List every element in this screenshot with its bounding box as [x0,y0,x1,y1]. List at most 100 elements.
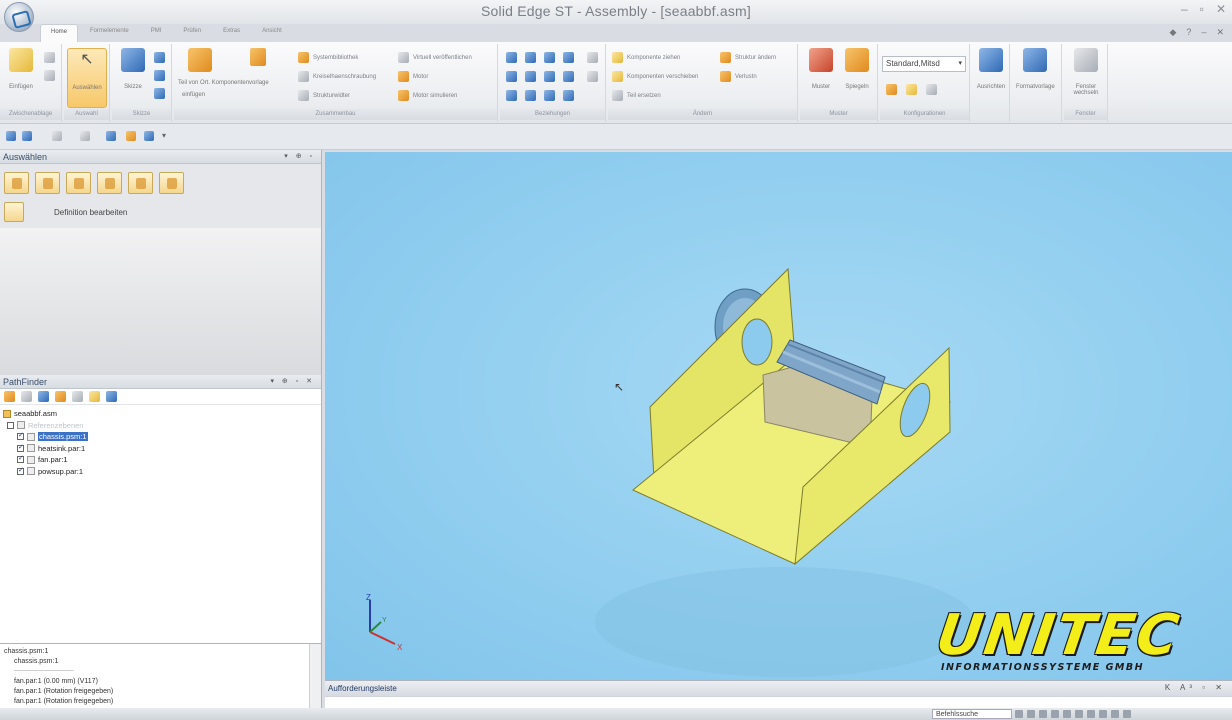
motor-button[interactable]: Motor [398,71,428,82]
pf-show-icon[interactable] [55,391,66,402]
visibility-checkbox[interactable] [17,466,24,475]
pf-highlight-icon[interactable] [89,391,100,402]
switch-window-button[interactable]: Fenster wechseln [1067,48,1105,96]
highlight-icon[interactable] [126,131,136,141]
pf-expand-icon[interactable] [72,391,83,402]
maximize-button[interactable]: ▫ [1200,2,1204,16]
relation-assistant-icon[interactable] [587,71,598,82]
cut-icon[interactable] [44,52,55,63]
view-orientation-icon[interactable] [1075,710,1083,718]
tangent-icon[interactable] [544,71,555,82]
select-face-icon[interactable] [66,172,91,194]
zoom-area-icon[interactable] [1015,710,1023,718]
mirror-button[interactable]: Spiegeln [838,48,876,90]
path-icon[interactable] [563,90,574,101]
visibility-checkbox[interactable] [17,443,24,452]
relation-row[interactable]: fan.par:1 (Rotation freigegeben) [4,688,317,698]
print-icon[interactable] [80,131,90,141]
move-components-button[interactable]: Komponenten verschieben [612,71,698,82]
align-button[interactable]: Ausrichten [972,48,1010,90]
insert-relation-icon[interactable] [563,52,574,63]
select-part-icon[interactable] [4,172,29,194]
fit-view-icon[interactable] [106,131,116,141]
tree-item-fan[interactable]: fan.par:1 [3,454,318,466]
visibility-checkbox[interactable] [17,431,24,441]
tree-item-heatsink[interactable]: heatsink.par:1 [3,443,318,455]
select-feature-icon[interactable] [128,172,153,194]
ground-icon[interactable] [525,90,536,101]
pf-tree-icon[interactable] [38,391,49,402]
display-style-icon[interactable] [1123,710,1131,718]
select-panel-controls[interactable]: ▾ ⊕ ▫ [284,152,315,160]
tree-item-refplanes[interactable]: Referenzebenen [3,420,318,432]
tree-root[interactable]: seaabbf.asm [3,408,318,420]
copy-icon[interactable] [44,70,55,81]
relationships-scrollbar[interactable] [309,644,321,716]
application-button[interactable] [4,2,34,32]
prompt-input-area[interactable] [325,696,1232,708]
close-button[interactable]: ✕ [1216,2,1226,16]
relation-row[interactable]: fan.par:1 (0.00 mm) (V117) [4,678,317,688]
command-search-input[interactable]: Befehlssuche [932,709,1012,719]
drag-component-button[interactable]: Komponente ziehen [612,52,680,63]
sketch-rotate-icon[interactable] [154,70,165,81]
help-icon[interactable]: ◆ [1170,27,1177,38]
insert-part-button[interactable]: Teil von Ort. Komponentenvorlage einfüge… [178,48,298,98]
tree-item-powsup[interactable]: powsup.par:1 [3,466,318,478]
fit-icon[interactable] [1039,710,1047,718]
pattern-button[interactable]: Muster [802,48,840,90]
edit-definition-icon[interactable] [4,202,24,222]
tab-pruefen[interactable]: Prüfen [173,24,211,42]
shaded-icon[interactable] [1087,710,1095,718]
system-library-button[interactable]: Systembibliothek [298,52,358,63]
rotate-icon[interactable] [1063,710,1071,718]
sketch-button[interactable]: Skizze [114,48,152,90]
pf-filter-icon[interactable] [4,391,15,402]
frame-button[interactable]: Strukturwidter [298,90,350,101]
ribbon-minimize-icon[interactable]: – [1201,27,1206,38]
graphics-viewport[interactable]: ↖ Z X Y UNITEC INFORMATIONSSYSTEME GMBH [325,152,1232,680]
save-icon[interactable] [6,131,16,141]
select-body-icon[interactable] [97,172,122,194]
relation-row[interactable]: chassis.psm:1 [4,658,317,668]
fastener-button[interactable]: Kreiselhaenschraubung [298,71,376,82]
section-icon[interactable] [1111,710,1119,718]
prompt-bar-controls[interactable]: K A³ ▫ ✕ [1165,683,1226,692]
component-template-icon[interactable] [250,48,266,66]
config-display-icon[interactable] [906,84,917,95]
find-icon[interactable] [144,131,154,141]
assembly-model[interactable] [325,152,1232,680]
edit-definition-label[interactable]: Definition bearbeiten [54,208,127,217]
config-zone-icon[interactable] [926,84,937,95]
axial-align-icon[interactable] [544,52,555,63]
relation-row[interactable]: chassis.psm:1 [4,648,317,658]
replace-part-button[interactable]: Teil ersetzen [612,90,661,101]
select-tool-button[interactable]: ↖ Auswählen [67,48,107,108]
minimize-button[interactable]: – [1181,2,1188,16]
publish-virtual-button[interactable]: Virtuell veröffentlichen [398,52,472,63]
paste-button[interactable]: Einfügen [2,48,40,90]
tree-item-chassis[interactable]: chassis.psm:1 [3,431,318,443]
connect-icon[interactable] [506,71,517,82]
select-filter-icon[interactable] [159,172,184,194]
relation-row[interactable]: fan.par:1 (Rotation freigegeben) [4,698,317,708]
mate-icon[interactable] [506,52,517,63]
help-question-icon[interactable]: ? [1186,27,1191,38]
pan-icon[interactable] [1051,710,1059,718]
configuration-dropdown[interactable]: Standard,Mitsd ▾ [882,56,966,72]
relation-options-icon[interactable] [587,52,598,63]
tab-pmi[interactable]: PMI [141,24,172,42]
undo-icon[interactable] [22,131,32,141]
pathfinder-controls[interactable]: ▾ ⊕ ▫ ✕ [270,377,315,385]
pf-list-icon[interactable] [21,391,32,402]
sketch-plane-icon[interactable] [154,52,165,63]
wireframe-icon[interactable] [1099,710,1107,718]
sketch-line-icon[interactable] [154,88,165,99]
redo-icon[interactable] [52,131,62,141]
config-save-icon[interactable] [886,84,897,95]
planar-align-icon[interactable] [525,52,536,63]
disperse-button[interactable]: Verlustn [720,71,757,82]
pf-settings-icon[interactable] [106,391,117,402]
format-template-button[interactable]: Formatvorlage [1016,48,1055,90]
change-structure-button[interactable]: Struktur ändern [720,52,776,63]
